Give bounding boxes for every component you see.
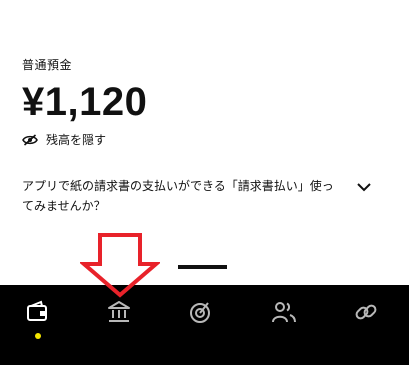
bottom-tab-bar: [0, 285, 409, 365]
tab-goals[interactable]: [180, 300, 220, 340]
wallet-icon: [26, 300, 50, 324]
hide-balance-toggle[interactable]: 残高を隠す: [22, 131, 106, 148]
page-indicator: [178, 265, 227, 269]
tab-bank[interactable]: [99, 300, 139, 340]
account-label: 普通預金: [22, 58, 73, 72]
bank-icon: [107, 300, 131, 324]
tab-link[interactable]: [346, 300, 386, 340]
link-icon: [354, 300, 378, 324]
chevron-down-icon[interactable]: [354, 180, 374, 196]
hide-balance-label: 残高を隠す: [46, 133, 107, 147]
promo-text[interactable]: アプリで紙の請求書の支払いができる「請求書払い」使ってみませんか？: [22, 176, 342, 216]
active-tab-indicator: [35, 333, 41, 339]
balance-amount: ¥1,120: [22, 80, 148, 124]
target-icon: [188, 300, 212, 324]
tab-people[interactable]: [264, 300, 304, 340]
eye-slash-icon: [22, 133, 38, 146]
down-arrow-annotation: [78, 232, 162, 298]
people-icon: [271, 300, 297, 324]
